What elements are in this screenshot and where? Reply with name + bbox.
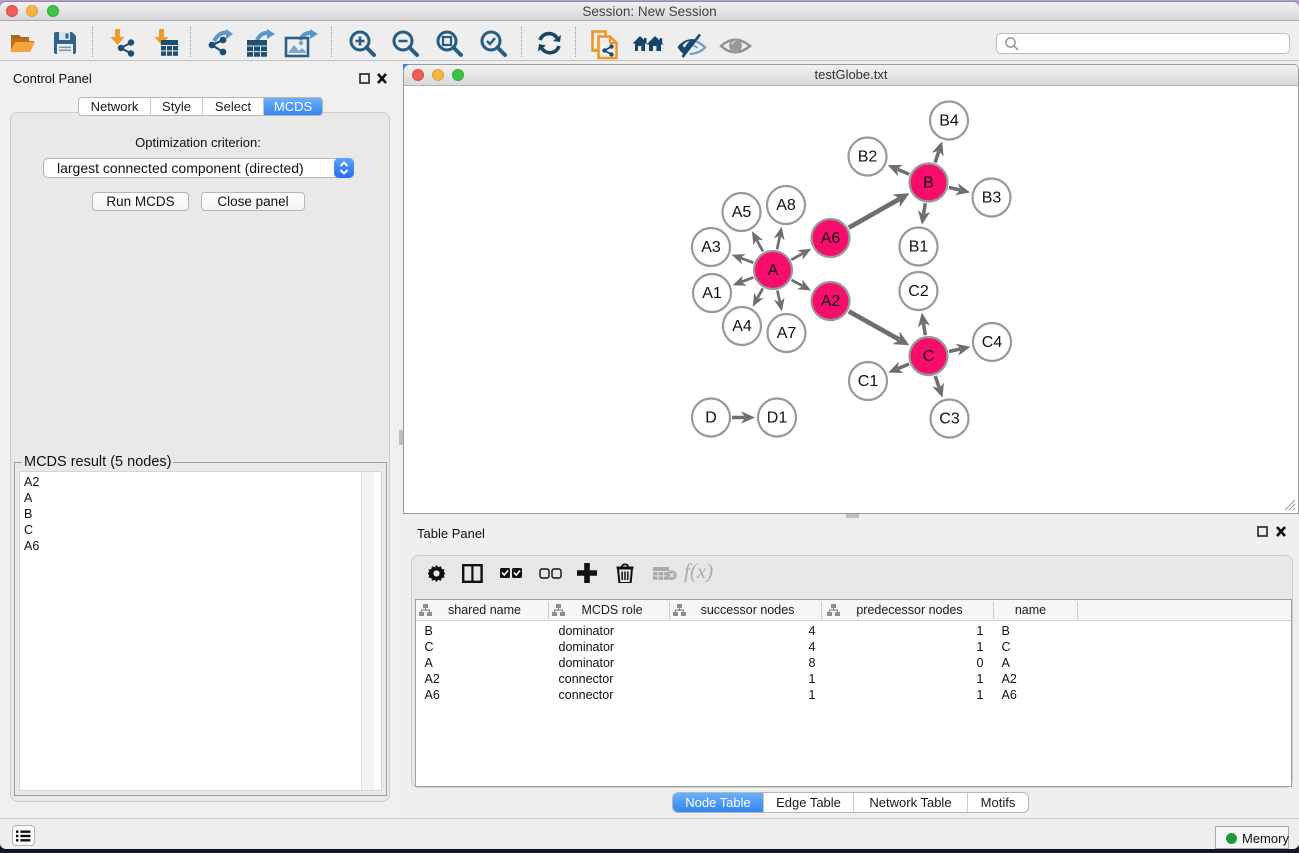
svg-text:A3: A3 xyxy=(701,239,721,256)
svg-text:C2: C2 xyxy=(908,283,929,300)
svg-text:A2: A2 xyxy=(821,293,841,310)
svg-text:D: D xyxy=(705,410,717,427)
svg-text:B2: B2 xyxy=(858,149,878,166)
svg-text:C1: C1 xyxy=(858,373,879,390)
svg-text:A4: A4 xyxy=(732,318,752,335)
svg-text:C: C xyxy=(923,348,935,365)
svg-text:C4: C4 xyxy=(982,334,1003,351)
svg-text:C3: C3 xyxy=(939,411,960,428)
svg-text:B3: B3 xyxy=(982,190,1002,207)
svg-text:A6: A6 xyxy=(821,230,841,247)
svg-text:B4: B4 xyxy=(939,113,959,130)
svg-text:A7: A7 xyxy=(777,325,797,342)
svg-text:B1: B1 xyxy=(909,239,929,256)
svg-text:A1: A1 xyxy=(702,285,722,302)
svg-text:B: B xyxy=(923,175,934,192)
svg-text:A: A xyxy=(768,262,779,279)
svg-text:A8: A8 xyxy=(776,197,796,214)
svg-text:D1: D1 xyxy=(767,410,788,427)
svg-text:A5: A5 xyxy=(732,204,752,221)
